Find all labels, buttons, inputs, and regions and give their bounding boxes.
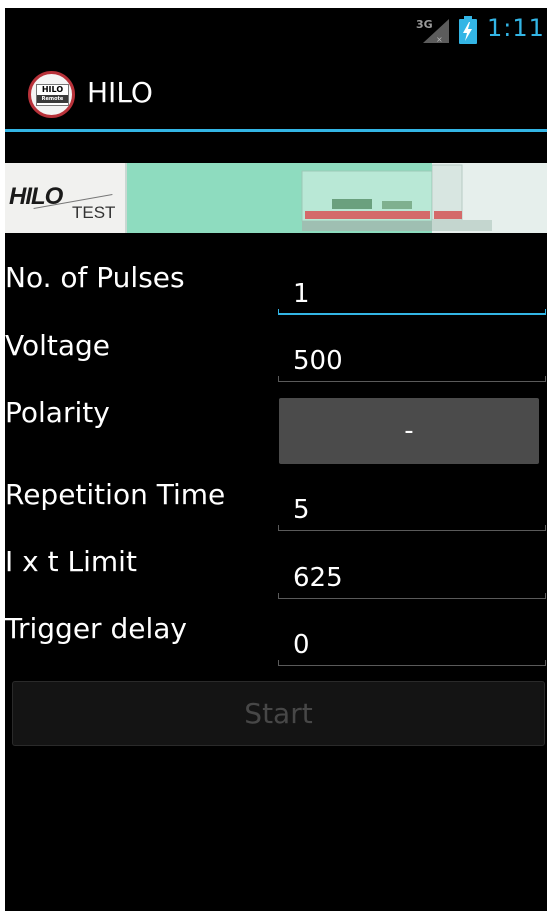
repetition-input[interactable]: 5 (278, 489, 546, 531)
repetition-underline (278, 525, 546, 531)
trigger-delay-label: Trigger delay (5, 612, 187, 645)
ixt-limit-label: I x t Limit (5, 545, 137, 578)
status-bar: 3G × 1:11 (5, 8, 547, 52)
banner-background (127, 163, 432, 233)
app-logo-subtext: Remote (37, 95, 68, 103)
voltage-underline (278, 376, 546, 382)
trigger-delay-underline (278, 660, 546, 666)
app-logo-badge: HILO Remote (36, 84, 69, 106)
action-bar: HILO Remote HILO (5, 52, 547, 130)
voltage-label: Voltage (5, 329, 111, 362)
header-banner: HILO TEST (5, 163, 547, 233)
hilo-test-logo: HILO TEST (5, 163, 127, 233)
pulses-label: No. of Pulses (5, 261, 185, 294)
pulses-input[interactable]: 1 (278, 273, 546, 315)
repetition-label: Repetition Time (5, 478, 226, 511)
trigger-delay-value: 0 (293, 630, 310, 660)
app-logo-text: HILO (41, 85, 64, 94)
battery-charging-icon (459, 16, 477, 44)
ixt-limit-input[interactable]: 625 (278, 557, 546, 599)
start-button[interactable]: Start (12, 681, 545, 746)
banner-device-photo (432, 163, 547, 233)
app-title: HILO (87, 76, 153, 109)
logo-sub-text: TEST (72, 203, 116, 222)
app-logo-icon[interactable]: HILO Remote (28, 71, 75, 118)
polarity-button[interactable]: - (279, 398, 539, 464)
app-screen: 3G × 1:11 HILO Remote HILO HILO TEST No.… (5, 8, 547, 911)
svg-text:×: × (436, 35, 443, 44)
action-bar-divider (5, 129, 547, 132)
trigger-delay-input[interactable]: 0 (278, 624, 546, 666)
pulses-underline (278, 309, 546, 315)
ixt-limit-underline (278, 593, 546, 599)
device-photo-icon (432, 164, 492, 231)
polarity-label: Polarity (5, 396, 110, 429)
ixt-limit-value: 625 (293, 563, 343, 593)
clock-time: 1:11 (487, 14, 545, 42)
signal-icon: × (423, 19, 449, 44)
voltage-value: 500 (293, 346, 343, 376)
voltage-input[interactable]: 500 (278, 340, 546, 382)
repetition-value: 5 (293, 495, 310, 525)
device-image-icon (301, 170, 432, 231)
pulses-value: 1 (293, 279, 310, 309)
